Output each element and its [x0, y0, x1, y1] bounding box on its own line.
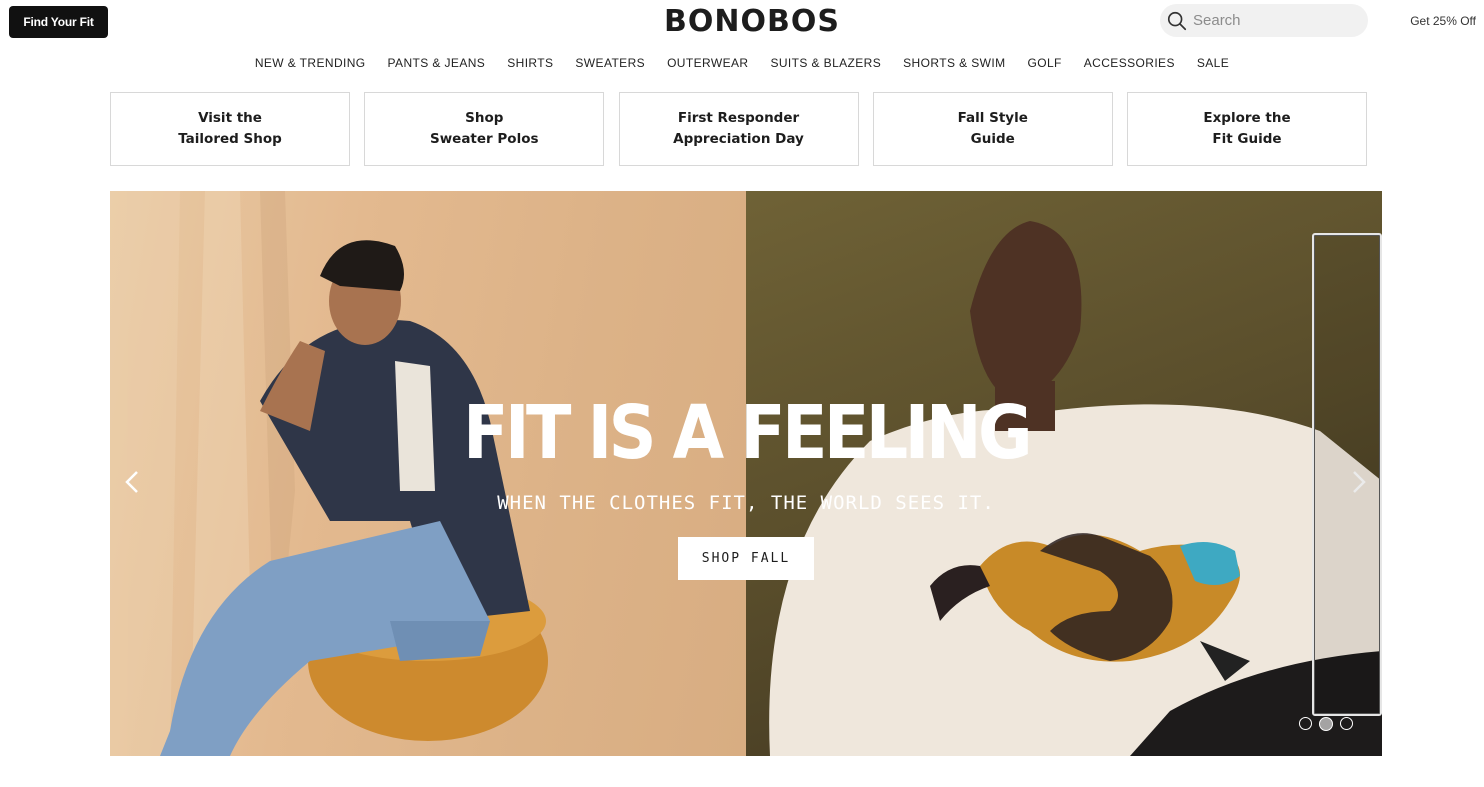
- tile-line-2: Fit Guide: [1212, 131, 1282, 147]
- search-bar[interactable]: [1160, 4, 1368, 37]
- carousel-dots: [1299, 717, 1353, 731]
- carousel-dot-3[interactable]: [1340, 717, 1353, 730]
- main-nav: NEW & TRENDING PANTS & JEANS SHIRTS SWEA…: [0, 56, 1484, 70]
- nav-item-sweaters[interactable]: SWEATERS: [564, 56, 656, 70]
- tile-line-1: Fall Style: [957, 110, 1028, 126]
- tile-fall-style-guide[interactable]: Fall Style Guide: [872, 92, 1113, 166]
- tile-line-1: Visit the: [198, 110, 262, 126]
- promo-tiles: Visit the Tailored Shop Shop Sweater Pol…: [110, 92, 1367, 166]
- tile-tailored-shop[interactable]: Visit the Tailored Shop: [110, 92, 350, 166]
- nav-item-shirts[interactable]: SHIRTS: [496, 56, 564, 70]
- tile-line-2: Appreciation Day: [673, 131, 804, 147]
- tile-line-1: Shop: [465, 110, 504, 126]
- nav-item-pants-jeans[interactable]: PANTS & JEANS: [377, 56, 497, 70]
- tile-line-2: Tailored Shop: [178, 131, 282, 147]
- tile-line-2: Guide: [970, 131, 1015, 147]
- focus-outline: [1312, 233, 1382, 716]
- nav-item-shorts-swim[interactable]: SHORTS & SWIM: [892, 56, 1016, 70]
- hero-subline: WHEN THE CLOTHES FIT, THE WORLD SEES IT.: [497, 492, 995, 514]
- hero-headline: FIT IS A FEELING: [462, 390, 1033, 476]
- tile-line-1: Explore the: [1203, 110, 1291, 126]
- tile-fit-guide[interactable]: Explore the Fit Guide: [1127, 92, 1367, 166]
- nav-item-new-trending[interactable]: NEW & TRENDING: [244, 56, 377, 70]
- carousel-dot-2[interactable]: [1319, 717, 1333, 731]
- nav-item-golf[interactable]: GOLF: [1016, 56, 1072, 70]
- promo-link[interactable]: Get 25% Off: [1396, 14, 1476, 28]
- chevron-left-icon: [125, 471, 138, 493]
- carousel-dot-1[interactable]: [1299, 717, 1312, 730]
- carousel-prev-button[interactable]: [120, 467, 144, 497]
- shop-fall-button[interactable]: SHOP FALL: [678, 537, 814, 580]
- tile-sweater-polos[interactable]: Shop Sweater Polos: [364, 92, 605, 166]
- nav-item-accessories[interactable]: ACCESSORIES: [1073, 56, 1186, 70]
- tile-first-responder[interactable]: First Responder Appreciation Day: [618, 92, 859, 166]
- nav-item-outerwear[interactable]: OUTERWEAR: [656, 56, 759, 70]
- search-icon: [1167, 11, 1187, 30]
- nav-item-sale[interactable]: SALE: [1186, 56, 1240, 70]
- tile-line-1: First Responder: [677, 110, 800, 126]
- site-logo[interactable]: BONOBOS: [652, 4, 852, 39]
- tile-line-2: Sweater Polos: [429, 131, 539, 147]
- hero-carousel[interactable]: FIT IS A FEELING WHEN THE CLOTHES FIT, T…: [110, 191, 1382, 756]
- nav-item-suits-blazers[interactable]: SUITS & BLAZERS: [759, 56, 892, 70]
- find-your-fit-button[interactable]: Find Your Fit: [9, 6, 108, 38]
- search-input[interactable]: [1193, 12, 1353, 29]
